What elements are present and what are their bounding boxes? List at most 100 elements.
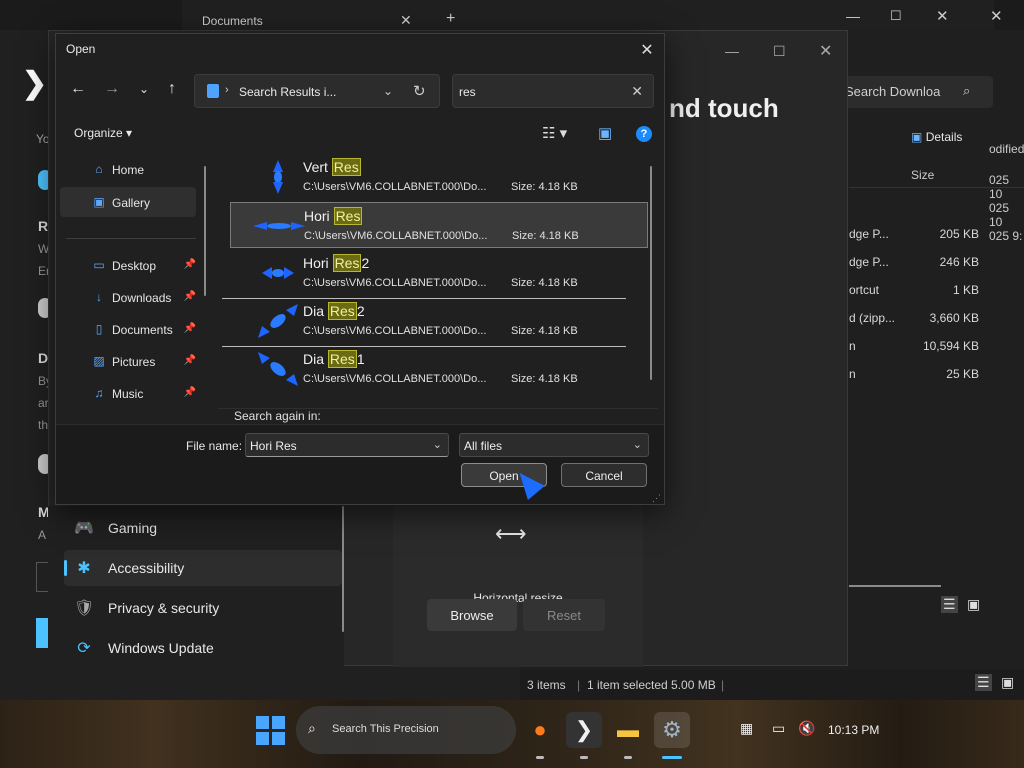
gallery-icon: ▣: [93, 195, 105, 209]
sidebar-scrollbar[interactable]: [204, 166, 206, 296]
search-input[interactable]: res ✕: [452, 74, 654, 108]
forward-arrow-icon[interactable]: →: [100, 80, 124, 104]
clear-search-icon[interactable]: ✕: [631, 83, 643, 100]
tiles-view-icon[interactable]: ▣: [967, 596, 980, 613]
maximize-icon[interactable]: ☐: [773, 43, 786, 60]
file-name: Hori Res: [304, 207, 363, 225]
preview-pane-icon[interactable]: ▣: [598, 124, 612, 142]
running-indicator: [624, 756, 632, 759]
chevron-down-icon[interactable]: ⌄: [383, 84, 393, 98]
chevron-down-icon[interactable]: ⌄: [433, 438, 442, 451]
close-tab-icon[interactable]: ✕: [400, 12, 412, 29]
col-size[interactable]: Size: [911, 168, 934, 182]
table-row[interactable]: ortcut 1 KB: [849, 277, 989, 305]
table-row[interactable]: d (zipp... 3,660 KB: [849, 305, 989, 333]
row-size: 1 KB: [952, 283, 979, 297]
pin-icon[interactable]: 📌: [184, 291, 196, 302]
file-name-value: Hori Res: [250, 439, 297, 453]
eagle-app-icon[interactable]: ❯: [566, 712, 602, 748]
input-edge[interactable]: [36, 562, 48, 592]
horizontal-scrollbar[interactable]: [849, 585, 941, 587]
accent-button-edge[interactable]: [36, 618, 48, 648]
start-button[interactable]: [256, 716, 286, 746]
nav-item-gaming[interactable]: 🎮 Gaming: [64, 510, 342, 546]
diagonal-resize-cursor-icon: [258, 304, 298, 338]
recent-locations-icon[interactable]: ⌄: [132, 82, 156, 106]
pin-icon[interactable]: 📌: [184, 259, 196, 270]
up-arrow-icon[interactable]: ↑: [160, 80, 184, 104]
cancel-button[interactable]: Cancel: [561, 463, 647, 487]
resize-grip-icon[interactable]: ⋰: [652, 493, 661, 504]
pin-icon[interactable]: 📌: [184, 355, 196, 366]
pin-icon[interactable]: 📌: [184, 387, 196, 398]
organize-menu[interactable]: Organize ▾: [74, 126, 132, 140]
sidebar-item-downloads[interactable]: ↓ Downloads 📌: [60, 282, 196, 312]
display-icon[interactable]: ▭: [772, 720, 785, 737]
explorer-search-input[interactable]: Search Downloa ⌕: [837, 76, 993, 108]
new-tab-icon[interactable]: +: [446, 10, 455, 28]
back-explorer-tab[interactable]: Documents: [202, 14, 263, 28]
sidebar-item-documents[interactable]: ▯ Documents 📌: [60, 314, 196, 344]
close-icon[interactable]: ✕: [990, 7, 1003, 25]
firefox-icon[interactable]: ●: [522, 712, 558, 748]
table-row[interactable]: n 25 KB: [849, 361, 989, 389]
file-type-select[interactable]: All files ⌄: [459, 433, 649, 457]
list-item[interactable]: Dia Res 1 C:\Users\VM6.COLLABNET.000\Do..…: [230, 346, 648, 392]
taskbar-search[interactable]: ⌕ Search This Precision: [296, 706, 516, 754]
help-icon[interactable]: ?: [636, 126, 652, 142]
volume-muted-icon[interactable]: 🔇: [798, 720, 815, 737]
sidebar-item-desktop[interactable]: ▭ Desktop 📌: [60, 250, 196, 280]
table-row[interactable]: dge P... 246 KB: [849, 249, 989, 277]
pin-icon[interactable]: 📌: [184, 323, 196, 334]
nav-item-accessibility[interactable]: ✱ Accessibility: [64, 550, 342, 586]
back-arrow-icon[interactable]: ←: [66, 80, 90, 104]
close-icon[interactable]: ✕: [936, 7, 949, 25]
sidebar-item-home[interactable]: ⌂ Home: [60, 154, 196, 184]
sidebar-label: Downloads: [112, 291, 172, 305]
nav-item-privacy[interactable]: 🛡 Privacy & security: [64, 590, 342, 626]
nav-item-windows-update[interactable]: ⟳ Windows Update: [64, 630, 342, 666]
settings-text-fragment: R: [38, 218, 49, 234]
nav-label: Privacy & security: [108, 600, 220, 616]
file-list-scrollbar[interactable]: [650, 166, 652, 380]
reset-button[interactable]: Reset: [523, 599, 605, 631]
file-size: Size: 4.18 KB: [511, 373, 578, 385]
browse-button[interactable]: Browse: [427, 599, 517, 631]
details-view-icon[interactable]: ☰: [941, 596, 958, 613]
nav-label: Gaming: [108, 520, 158, 536]
maximize-icon[interactable]: ☐: [890, 8, 902, 24]
details-view-icon[interactable]: ☰: [975, 674, 992, 691]
list-item[interactable]: Dia Res 2 C:\Users\VM6.COLLABNET.000\Do..…: [230, 298, 648, 344]
list-item[interactable]: Hori Res 2 C:\Users\VM6.COLLABNET.000\Do.…: [230, 250, 648, 296]
address-bar[interactable]: › Search Results i... ⌄ ↻: [194, 74, 440, 108]
close-icon[interactable]: ✕: [630, 34, 664, 64]
settings-text-fragment: th: [38, 418, 49, 432]
sidebar-item-pictures[interactable]: ▨ Pictures 📌: [60, 346, 196, 376]
nav-scrollbar[interactable]: [342, 506, 344, 632]
details-pane-button[interactable]: ▣ Details: [911, 130, 962, 144]
settings-gear-icon[interactable]: ⚙: [654, 712, 690, 748]
col-modified[interactable]: odified: [989, 142, 1024, 156]
refresh-icon[interactable]: ↻: [413, 82, 426, 100]
sidebar-item-music[interactable]: ♫ Music 📌: [60, 378, 197, 408]
chevron-right-icon: ›: [225, 84, 229, 96]
desktop-icon: ▭: [93, 258, 105, 272]
file-explorer-icon[interactable]: ▬: [610, 712, 646, 748]
list-item-selected[interactable]: Hori Res C:\Users\VM6.COLLABNET.000\Do..…: [230, 202, 648, 248]
minimize-icon[interactable]: —: [846, 8, 860, 24]
qr-code-icon[interactable]: ▦: [740, 720, 753, 737]
file-name: Dia Res 1: [303, 350, 365, 368]
page-title: nd touch: [669, 93, 779, 123]
table-row[interactable]: dge P... 205 KB: [849, 221, 989, 249]
list-item[interactable]: Vert Res C:\Users\VM6.COLLABNET.000\Do..…: [230, 154, 648, 200]
home-icon: ⌂: [95, 162, 103, 176]
file-name-input[interactable]: Hori Res ⌄: [245, 433, 449, 457]
minimize-icon[interactable]: —: [725, 43, 739, 59]
close-icon[interactable]: ✕: [819, 41, 832, 61]
table-row[interactable]: n 10,594 KB: [849, 333, 989, 361]
sidebar-item-gallery[interactable]: ▣ Gallery: [60, 187, 196, 217]
view-options-icon[interactable]: ☷ ▾: [542, 124, 567, 142]
tiles-view-icon[interactable]: ▣: [1001, 674, 1014, 691]
sidebar-label: Home: [112, 163, 145, 177]
taskbar-clock[interactable]: 10:13 PM: [828, 723, 879, 737]
